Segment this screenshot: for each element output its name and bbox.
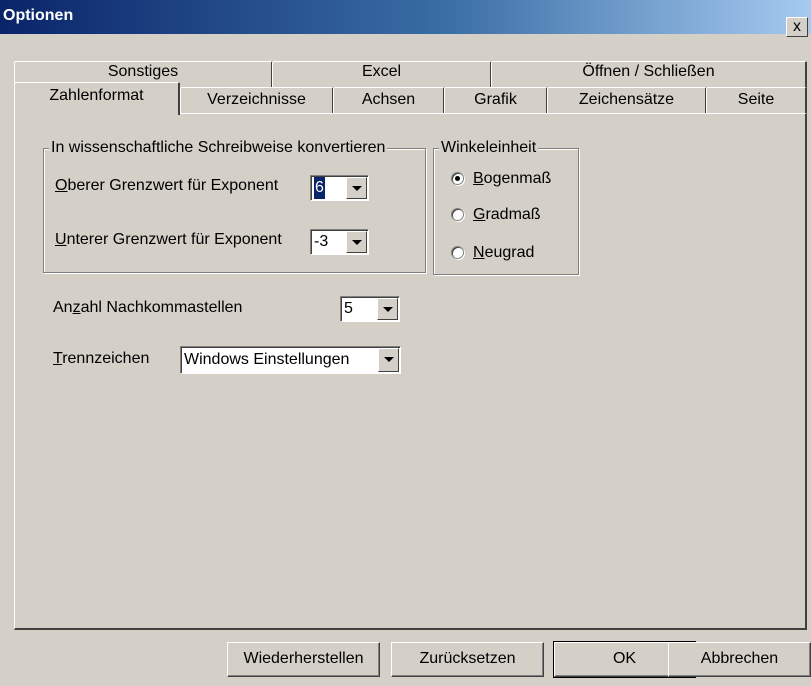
tab-label: Excel bbox=[361, 63, 402, 80]
label-rest: ogenmaß bbox=[483, 170, 552, 187]
label-rest: rennzeichen bbox=[62, 350, 150, 367]
chevron-down-icon[interactable] bbox=[346, 177, 367, 199]
radio-button[interactable] bbox=[451, 246, 464, 259]
tab-label: Öffnen / Schließen bbox=[582, 63, 715, 80]
chevron-down-icon[interactable] bbox=[378, 348, 399, 372]
decimals-value: 5 bbox=[344, 300, 353, 317]
lower-exponent-select[interactable]: -3 bbox=[310, 229, 369, 255]
accel-char: B bbox=[473, 170, 484, 187]
radio-button[interactable] bbox=[451, 208, 464, 221]
upper-exponent-value: 6 bbox=[314, 177, 325, 199]
radio-neugrad[interactable]: Neugrad bbox=[451, 243, 571, 265]
reset-button[interactable]: Zurücksetzen bbox=[391, 642, 544, 677]
tab-panel: In wissenschaftliche Schreibweise konver… bbox=[14, 113, 807, 630]
tab-label: Zeichensätze bbox=[578, 91, 675, 108]
label-rest: ahl Nachkommastellen bbox=[80, 299, 243, 316]
angle-unit-legend: Winkeleinheit bbox=[439, 139, 539, 157]
radio-button-checked[interactable] bbox=[451, 172, 464, 185]
radio-label: Neugrad bbox=[473, 243, 534, 263]
label-rest: nterer Grenzwert für Exponent bbox=[66, 231, 282, 248]
accel-char: O bbox=[55, 177, 68, 194]
close-button[interactable]: x bbox=[786, 17, 808, 37]
tab-zeichensaetze[interactable]: Zeichensätze bbox=[547, 87, 707, 114]
separator-value: Windows Einstellungen bbox=[184, 351, 350, 368]
label-pre: An bbox=[53, 299, 73, 316]
label-rest: berer Grenzwert für Exponent bbox=[67, 177, 279, 194]
restore-button[interactable]: Wiederherstellen bbox=[227, 642, 380, 677]
tab-verzeichnisse[interactable]: Verzeichnisse bbox=[180, 87, 334, 114]
lower-exponent-label: Unterer Grenzwert für Exponent bbox=[55, 230, 282, 250]
tab-label: Verzeichnisse bbox=[207, 91, 306, 108]
tab-label: Seite bbox=[737, 91, 775, 108]
radio-label: Bogenmaß bbox=[473, 169, 551, 189]
tab-grafik[interactable]: Grafik bbox=[444, 87, 548, 114]
tab-seite[interactable]: Seite bbox=[706, 87, 807, 114]
chevron-down-icon[interactable] bbox=[377, 298, 398, 320]
upper-exponent-label: Oberer Grenzwert für Exponent bbox=[55, 176, 278, 196]
tab-label: Grafik bbox=[474, 91, 517, 108]
lower-exponent-value: -3 bbox=[314, 233, 329, 250]
decimals-label: Anzahl Nachkommastellen bbox=[53, 298, 242, 318]
accel-char: G bbox=[473, 206, 486, 223]
label-rest: radmaß bbox=[485, 206, 541, 223]
scientific-notation-legend: In wissenschaftliche Schreibweise konver… bbox=[49, 139, 388, 157]
accel-char: U bbox=[55, 231, 67, 248]
chevron-down-icon[interactable] bbox=[346, 231, 367, 253]
title-bar[interactable]: Optionen bbox=[0, 0, 811, 34]
decimals-select[interactable]: 5 bbox=[340, 296, 400, 322]
upper-exponent-select[interactable]: 6 bbox=[310, 175, 369, 201]
cancel-button[interactable]: Abbrechen bbox=[668, 642, 811, 677]
separator-select[interactable]: Windows Einstellungen bbox=[180, 346, 401, 374]
close-icon: x bbox=[793, 18, 801, 35]
separator-label: Trennzeichen bbox=[53, 349, 149, 369]
radio-gradmass[interactable]: Gradmaß bbox=[451, 205, 571, 227]
accel-char: T bbox=[53, 350, 63, 367]
radio-label: Gradmaß bbox=[473, 205, 541, 225]
accel-char: z bbox=[72, 299, 81, 316]
tab-achsen[interactable]: Achsen bbox=[333, 87, 445, 114]
radio-bogenmass[interactable]: Bogenmaß bbox=[451, 169, 571, 191]
tab-label: Sonstiges bbox=[107, 63, 179, 80]
accel-char: N bbox=[473, 244, 485, 261]
tab-label: Zahlenformat bbox=[49, 87, 144, 104]
tab-label: Achsen bbox=[361, 91, 416, 108]
tab-zahlenformat[interactable]: Zahlenformat bbox=[14, 82, 180, 115]
label-rest: eugrad bbox=[484, 244, 535, 261]
window-title: Optionen bbox=[3, 7, 74, 24]
